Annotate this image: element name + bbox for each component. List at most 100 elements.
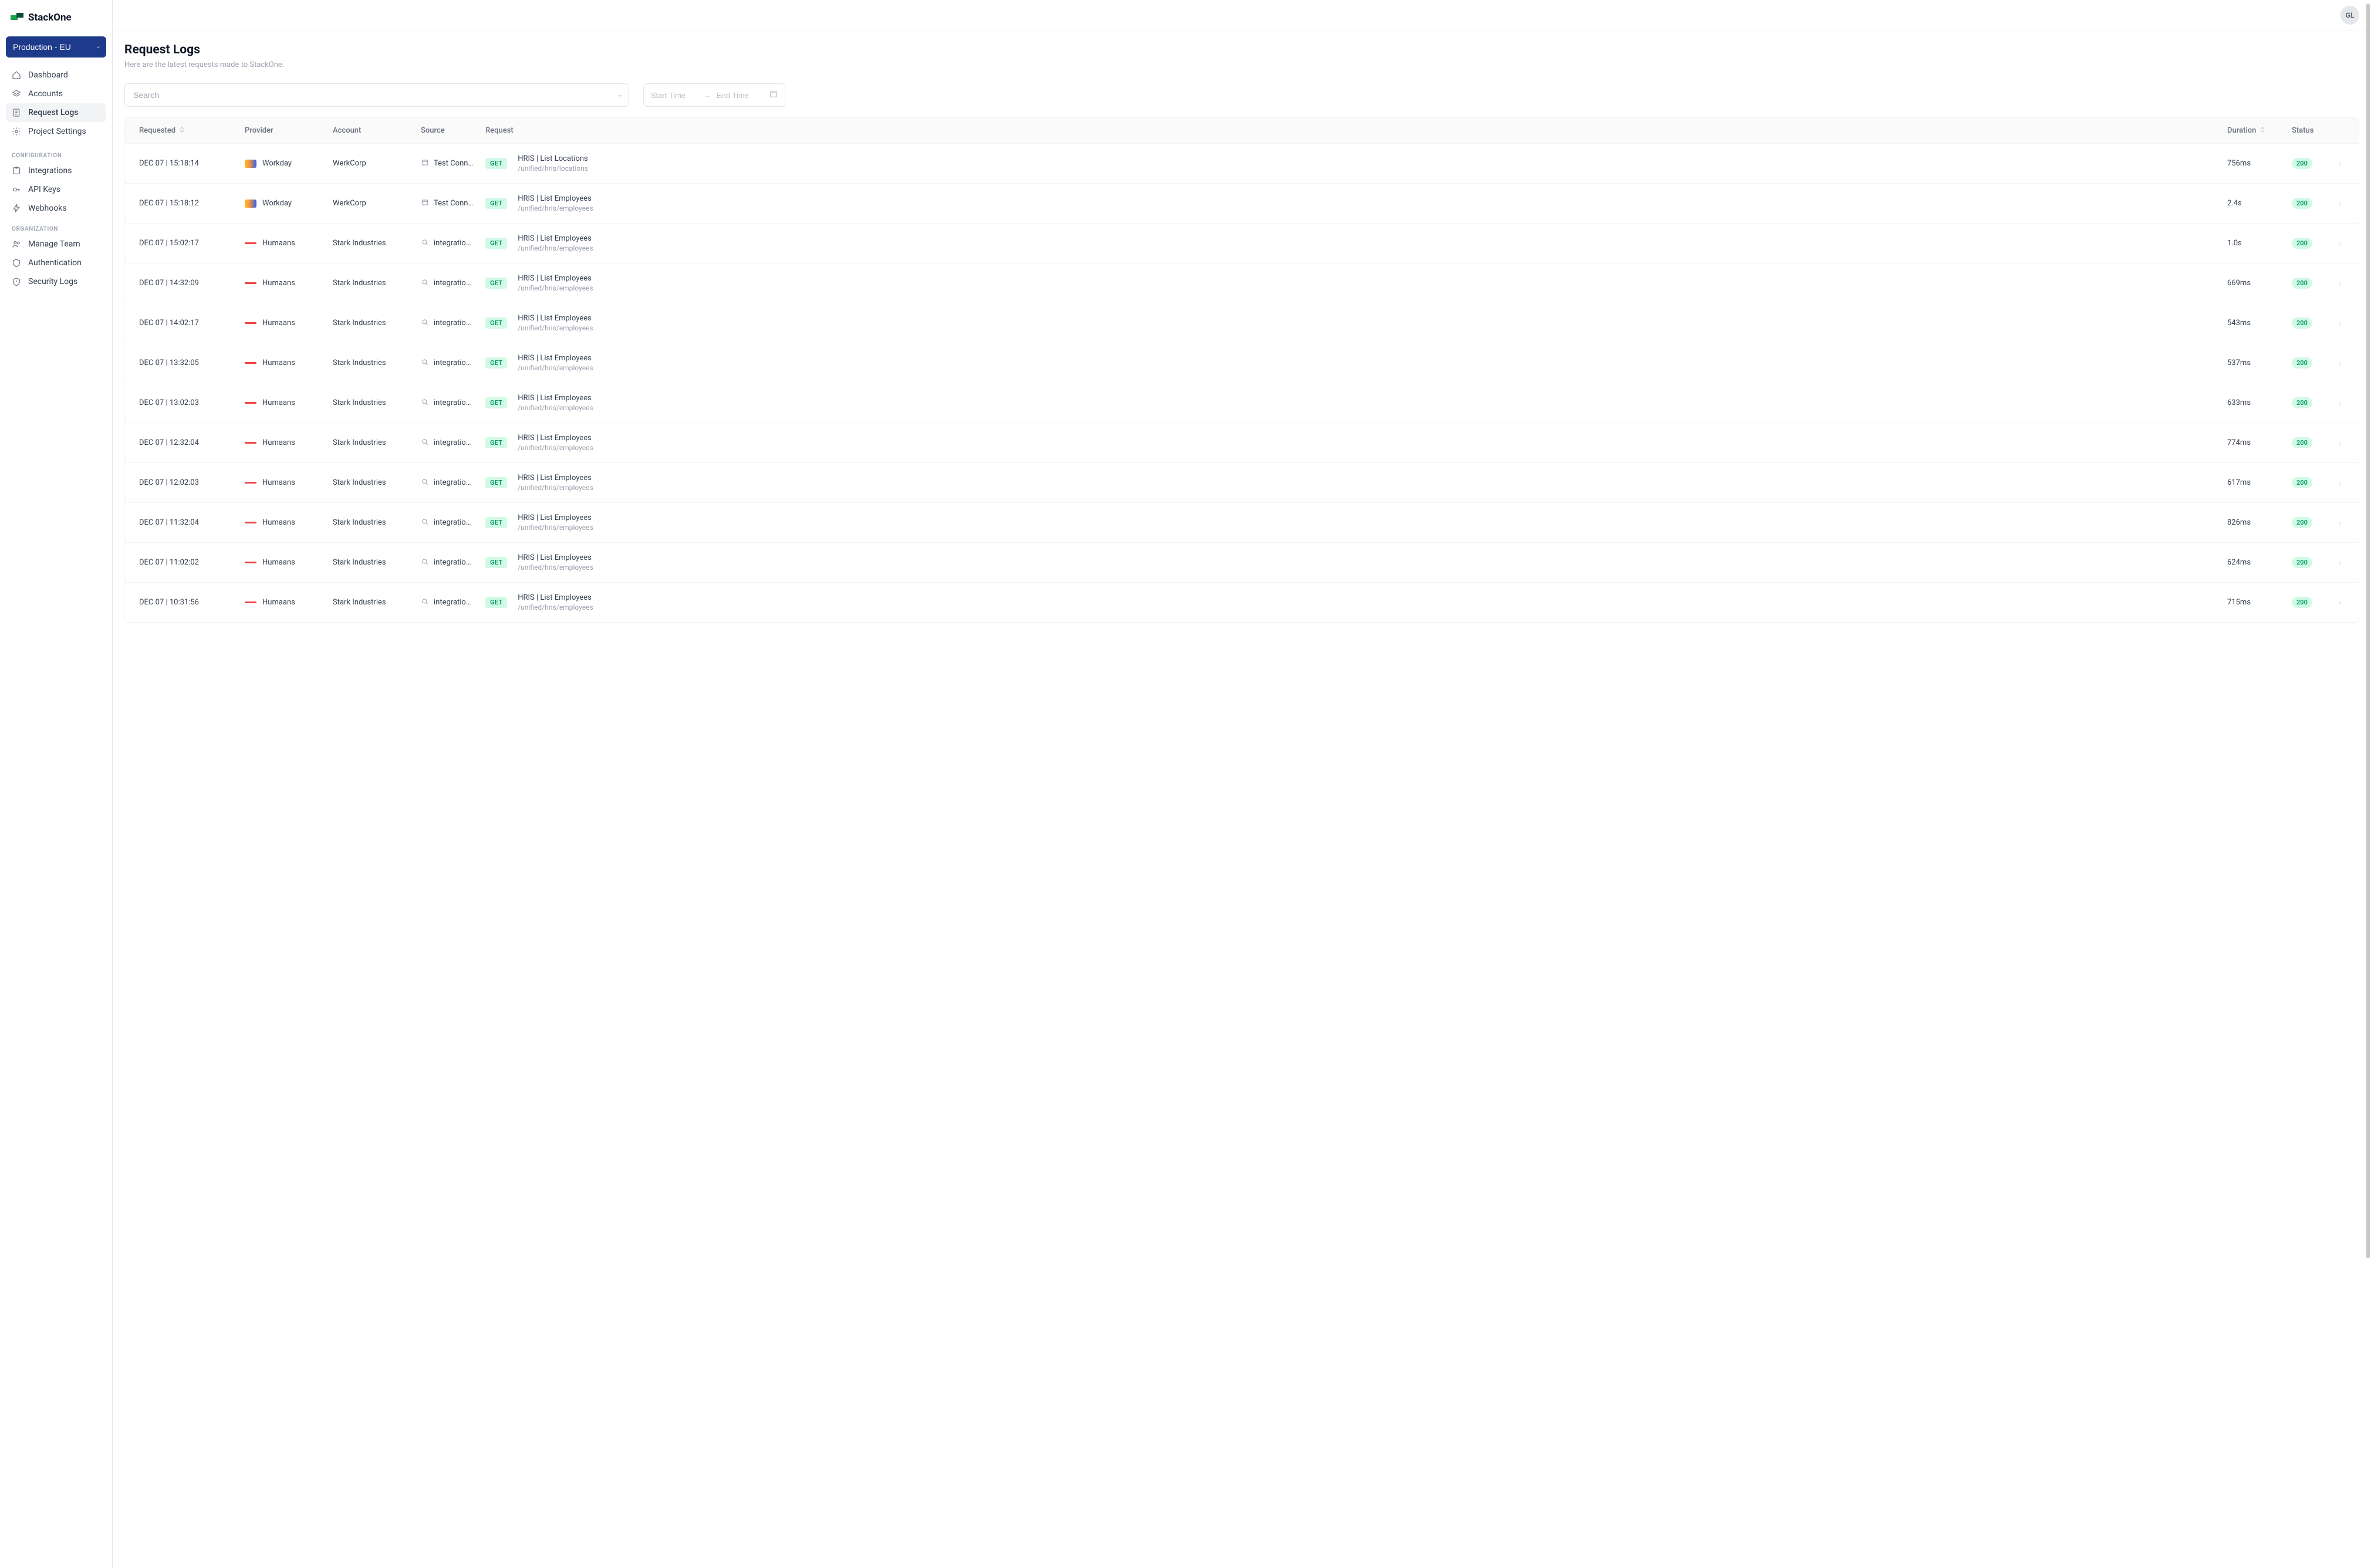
- end-time-input[interactable]: [717, 91, 764, 100]
- cell-requested: DEC 07 | 14:32:09: [133, 275, 239, 291]
- sidebar-item-project-settings[interactable]: Project Settings: [6, 122, 106, 141]
- chevron-right-icon: ›: [2333, 236, 2350, 251]
- cell-requested: DEC 07 | 12:02:03: [133, 475, 239, 491]
- column-request[interactable]: Request: [479, 118, 2221, 143]
- key-icon: [12, 185, 21, 194]
- user-avatar[interactable]: GL: [2340, 6, 2359, 25]
- method-badge: GET: [485, 477, 507, 488]
- cell-provider: Humaans: [239, 555, 327, 570]
- cell-status: 200: [2286, 434, 2333, 452]
- chevron-right-icon: ›: [2333, 356, 2350, 371]
- table-row[interactable]: DEC 07 | 15:02:17HumaansStark Industries…: [125, 224, 2359, 263]
- cell-request: GETHRIS | List Employees/unified/hris/em…: [479, 191, 2221, 216]
- method-badge: GET: [485, 238, 507, 249]
- start-time-input[interactable]: [651, 91, 698, 100]
- column-status[interactable]: Status: [2286, 118, 2333, 143]
- table-row[interactable]: DEC 07 | 14:02:17HumaansStark Industries…: [125, 303, 2359, 343]
- search-icon: [421, 557, 429, 568]
- sidebar-item-security-logs[interactable]: Security Logs: [6, 272, 106, 291]
- table-row[interactable]: DEC 07 | 12:32:04HumaansStark Industries…: [125, 423, 2359, 463]
- chevron-down-icon[interactable]: ⌄: [617, 92, 622, 99]
- sidebar-item-dashboard[interactable]: Dashboard: [6, 66, 106, 85]
- sidebar-item-accounts[interactable]: Accounts: [6, 85, 106, 103]
- layers-icon: [12, 89, 21, 99]
- column-account[interactable]: Account: [327, 118, 415, 143]
- column-source[interactable]: Source: [415, 118, 479, 143]
- sidebar-item-integrations[interactable]: Integrations: [6, 161, 106, 180]
- cell-source: Test Connect…: [415, 195, 479, 212]
- search-icon: [421, 478, 429, 488]
- cell-status: 200: [2286, 593, 2333, 611]
- method-badge: GET: [485, 437, 507, 448]
- table-row[interactable]: DEC 07 | 13:02:03HumaansStark Industries…: [125, 383, 2359, 423]
- chevron-right-icon: ›: [2333, 515, 2350, 530]
- sidebar-item-request-logs[interactable]: Request Logs: [6, 103, 106, 122]
- cell-duration: 774ms: [2221, 435, 2286, 451]
- sidebar-item-authentication[interactable]: Authentication: [6, 254, 106, 272]
- cell-status: 200: [2286, 553, 2333, 572]
- search-icon: [421, 358, 429, 369]
- cell-request: GETHRIS | List Employees/unified/hris/em…: [479, 550, 2221, 575]
- table-row[interactable]: DEC 07 | 11:02:02HumaansStark Industries…: [125, 543, 2359, 583]
- cell-account: Stark Industries: [327, 395, 415, 411]
- status-badge: 200: [2292, 198, 2312, 209]
- calendar-icon: [769, 90, 778, 100]
- table-row[interactable]: DEC 07 | 14:32:09HumaansStark Industries…: [125, 263, 2359, 303]
- search-icon: [421, 318, 429, 329]
- status-badge: 200: [2292, 597, 2312, 608]
- humaans-logo-icon: [245, 319, 256, 327]
- column-provider[interactable]: Provider: [239, 118, 327, 143]
- cell-requested: DEC 07 | 10:31:56: [133, 594, 239, 610]
- scrollbar[interactable]: [2365, 0, 2371, 1568]
- sidebar-item-webhooks[interactable]: Webhooks: [6, 199, 106, 218]
- table-header: Requested Provider Account Source Reques…: [125, 118, 2359, 144]
- cell-source: integration-s…: [415, 275, 479, 292]
- table-row[interactable]: DEC 07 | 11:32:04HumaansStark Industries…: [125, 503, 2359, 543]
- sidebar-item-api-keys[interactable]: API Keys: [6, 180, 106, 199]
- sidebar-item-manage-team[interactable]: Manage Team: [6, 235, 106, 254]
- method-badge: GET: [485, 397, 507, 408]
- cell-requested: DEC 07 | 15:18:12: [133, 195, 239, 211]
- cell-provider: Humaans: [239, 594, 327, 610]
- column-requested[interactable]: Requested: [133, 118, 239, 143]
- humaans-logo-icon: [245, 279, 256, 288]
- table-row[interactable]: DEC 07 | 10:31:56HumaansStark Industries…: [125, 583, 2359, 623]
- cell-source: integration-s…: [415, 394, 479, 412]
- table-row[interactable]: DEC 07 | 13:32:05HumaansStark Industries…: [125, 343, 2359, 383]
- table-row[interactable]: DEC 07 | 12:02:03HumaansStark Industries…: [125, 463, 2359, 503]
- cell-provider: Humaans: [239, 235, 327, 251]
- cell-status: 200: [2286, 394, 2333, 412]
- search-input[interactable]: [124, 83, 629, 107]
- search-icon: [421, 398, 429, 408]
- cell-account: Stark Industries: [327, 315, 415, 331]
- search-icon: [421, 238, 429, 249]
- method-badge: GET: [485, 517, 507, 528]
- brand-logo[interactable]: StackOne: [6, 9, 106, 33]
- cell-provider: Workday: [239, 156, 327, 171]
- cell-status: 200: [2286, 154, 2333, 173]
- cell-provider: Workday: [239, 195, 327, 211]
- cell-requested: DEC 07 | 11:02:02: [133, 555, 239, 570]
- cell-source: Test Connect…: [415, 155, 479, 173]
- table-row[interactable]: DEC 07 | 15:18:14WorkdayWerkCorpTest Con…: [125, 144, 2359, 184]
- environment-selector[interactable]: Production - EU ›: [6, 36, 106, 58]
- cell-source: integration-s…: [415, 315, 479, 332]
- table-row[interactable]: DEC 07 | 15:18:12WorkdayWerkCorpTest Con…: [125, 184, 2359, 224]
- scrollbar-thumb[interactable]: [2366, 4, 2370, 1258]
- request-title: HRIS | List Locations: [518, 154, 588, 163]
- request-path: /unified/hris/employees: [518, 404, 593, 412]
- cell-requested: DEC 07 | 11:32:04: [133, 515, 239, 530]
- environment-label: Production - EU: [13, 42, 71, 52]
- main: GL Request Logs Here are the latest requ…: [113, 0, 2371, 1568]
- sidebar-item-label: Request Logs: [28, 108, 79, 117]
- cell-requested: DEC 07 | 14:02:17: [133, 315, 239, 331]
- date-range-picker[interactable]: →: [643, 83, 785, 107]
- cell-duration: 543ms: [2221, 315, 2286, 331]
- filters-row: ⌄ →: [124, 83, 2359, 107]
- humaans-logo-icon: [245, 239, 256, 248]
- cell-status: 200: [2286, 234, 2333, 252]
- cell-account: Stark Industries: [327, 235, 415, 251]
- request-title: HRIS | List Employees: [518, 354, 593, 363]
- cell-provider: Humaans: [239, 275, 327, 291]
- column-duration[interactable]: Duration: [2221, 118, 2286, 143]
